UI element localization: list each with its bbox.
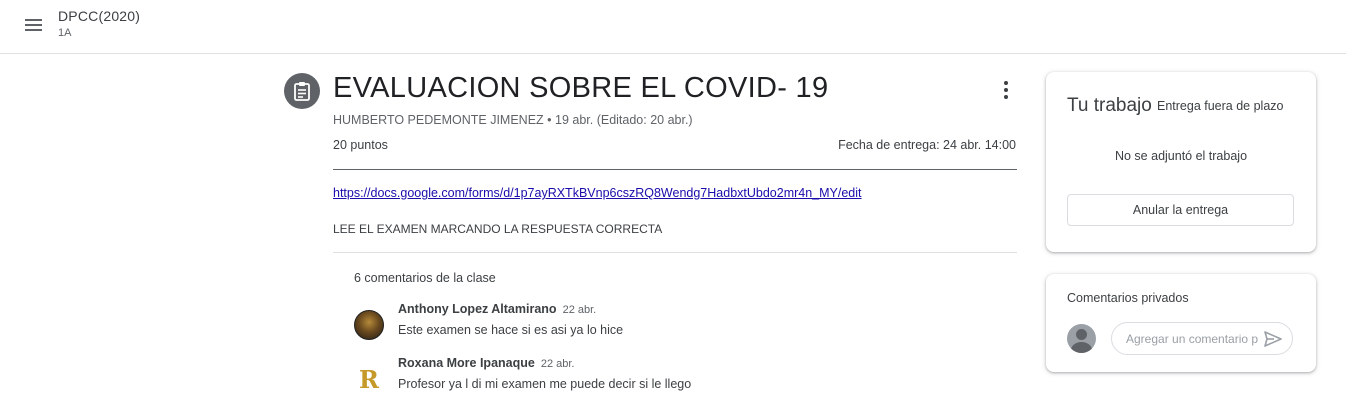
form-link[interactable]: https://docs.google.com/forms/d/1p7ayRXT… (333, 186, 862, 200)
more-vert-icon[interactable] (996, 78, 1016, 102)
divider (333, 169, 1017, 170)
account-circle-icon (1067, 324, 1096, 353)
assignment-icon (284, 73, 320, 109)
assignment-title: EVALUACION SOBRE EL COVID- 19 (333, 72, 829, 104)
private-comments-card: Comentarios privados (1046, 274, 1316, 372)
send-icon[interactable] (1263, 330, 1283, 348)
class-name[interactable]: DPCC(2020) (58, 8, 140, 24)
unsubmit-button[interactable]: Anular la entrega (1067, 194, 1294, 226)
assignment-meta: HUMBERTO PEDEMONTE JIMENEZ • 19 abr. (Ed… (333, 113, 693, 127)
divider (333, 252, 1017, 253)
assignment-points: 20 puntos (333, 138, 388, 152)
comment-date: 22 abr. (540, 358, 575, 370)
comment-text: Este examen se hace si es asi ya lo hice (398, 323, 624, 337)
top-bar: DPCC(2020) 1A (0, 0, 1346, 54)
assignment-description: LEE EL EXAMEN MARCANDO LA RESPUESTA CORR… (333, 222, 663, 236)
class-comments-header[interactable]: 6 comentarios de la clase (354, 271, 496, 285)
avatar: R (354, 364, 384, 394)
your-work-card: Tu trabajo Entrega fuera de plazo No se … (1046, 72, 1316, 252)
class-section: 1A (58, 27, 72, 39)
avatar (354, 310, 384, 340)
no-attachment-text: No se adjuntó el trabajo (1114, 149, 1248, 163)
your-work-title: Tu trabajo (1067, 95, 1152, 116)
submission-status: Entrega fuera de plazo (1157, 99, 1284, 113)
comment-author-line: Anthony Lopez Altamirano 22 abr. (398, 302, 596, 316)
menu-icon[interactable] (20, 12, 46, 38)
comment-author: Anthony Lopez Altamirano (398, 302, 557, 316)
comment-author: Roxana More Ipanaque (398, 356, 535, 370)
due-date: Fecha de entrega: 24 abr. 14:00 (838, 138, 1016, 152)
comment-date: 22 abr. (562, 304, 597, 316)
comment-text: Profesor ya l di mi examen me puede deci… (398, 377, 692, 391)
private-comments-title: Comentarios privados (1067, 291, 1189, 305)
comment-author-line: Roxana More Ipanaque 22 abr. (398, 356, 574, 370)
